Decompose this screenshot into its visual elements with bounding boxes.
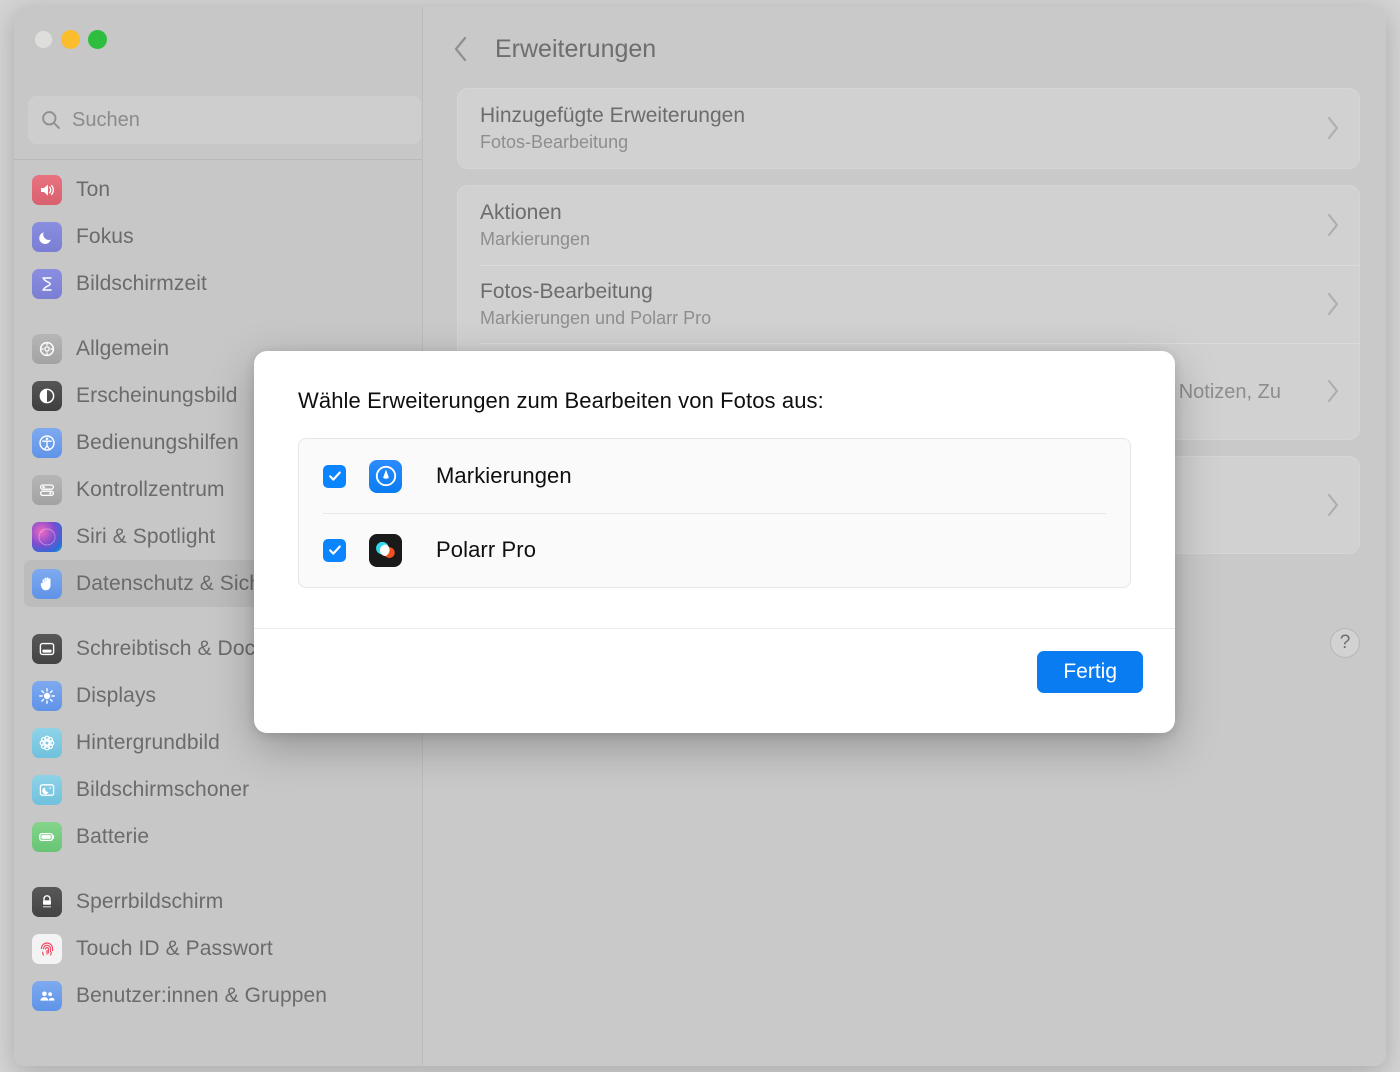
extension-list: Markierungen Polarr Pro	[298, 438, 1131, 588]
gear-icon	[32, 333, 62, 364]
extension-picker-sheet: Wähle Erweiterungen zum Bearbeiten von F…	[254, 351, 1175, 733]
extension-name: Polarr Pro	[436, 537, 537, 562]
row-title: Hinzugefügte Erweiterungen	[480, 104, 746, 127]
sidebar-item-label: Ton	[76, 177, 111, 201]
markup-icon	[369, 459, 402, 493]
speaker-icon	[32, 174, 62, 205]
chevron-right-icon	[1327, 117, 1339, 140]
sidebar-item-label: Benutzer:innen & Gruppen	[76, 983, 328, 1007]
window-traffic-lights	[34, 30, 107, 49]
sidebar-item-label: Displays	[76, 683, 157, 707]
sidebar-item-label: Siri & Spotlight	[76, 524, 216, 548]
help-button[interactable]: ?	[1330, 628, 1360, 658]
siri-icon	[32, 521, 62, 552]
main-header: Erweiterungen	[423, 6, 1386, 66]
hand-icon	[32, 568, 62, 599]
sidebar-group: Ton Fokus Bildschirmzeit	[24, 166, 412, 307]
sidebar-item-benutzerinnen-gruppen[interactable]: Benutzer:innen & Gruppen	[24, 972, 412, 1019]
chevron-right-icon	[1327, 380, 1339, 403]
row-text: Aktionen Markierungen	[480, 200, 1313, 251]
sidebar-search-field[interactable]	[28, 96, 421, 144]
screensaver-icon	[32, 774, 62, 805]
fingerprint-icon	[32, 933, 62, 964]
brightness-icon	[32, 680, 62, 711]
table-row[interactable]: Aktionen Markierungen	[458, 186, 1359, 265]
sidebar-item-ton[interactable]: Ton	[24, 166, 412, 213]
page-title: Erweiterungen	[495, 34, 657, 63]
row-subtitle: Markierungen	[480, 229, 591, 249]
chevron-right-icon	[1327, 494, 1339, 517]
sidebar-item-label: Erscheinungsbild	[76, 383, 238, 407]
polarr-icon	[369, 533, 402, 567]
row-title: Aktionen	[480, 200, 562, 224]
sidebar-item-label: Bedienungshilfen	[76, 430, 239, 454]
sidebar-item-fokus[interactable]: Fokus	[24, 213, 412, 260]
wallpaper-icon	[32, 727, 62, 758]
sidebar-group: Sperrbildschirm Touch ID & Passwort Benu…	[24, 878, 412, 1019]
sidebar-item-label: Sperrbildschirm	[76, 889, 224, 913]
sidebar-item-label: Schreibtisch & Dock	[76, 636, 266, 660]
chevron-left-icon	[454, 36, 466, 62]
polarr-glyph-icon	[376, 541, 395, 558]
extension-name: Markierungen	[436, 463, 572, 488]
table-row[interactable]: Fotos-Bearbeitung Markierungen und Polar…	[458, 264, 1359, 344]
sheet-footer-divider	[254, 628, 1175, 629]
row-title: Fotos-Bearbeitung	[480, 279, 653, 303]
sidebar-item-label: Allgemein	[76, 336, 170, 360]
extension-checkbox[interactable]	[323, 464, 346, 488]
users-icon	[32, 980, 62, 1011]
chevron-right-icon	[1327, 292, 1339, 315]
settings-card: Hinzugefügte Erweiterungen Fotos-Bearbei…	[457, 88, 1360, 169]
table-row[interactable]: Hinzugefügte Erweiterungen Fotos-Bearbei…	[458, 89, 1359, 168]
done-button[interactable]: Fertig	[1037, 651, 1143, 693]
search-icon	[42, 111, 60, 129]
sidebar-item-bildschirmzeit[interactable]: Bildschirmzeit	[24, 260, 412, 307]
minimize-window-button[interactable]	[61, 30, 80, 49]
list-item[interactable]: Markierungen	[299, 439, 1130, 513]
row-text: Hinzugefügte Erweiterungen Fotos-Bearbei…	[480, 103, 1313, 154]
sidebar-item-batterie[interactable]: Batterie	[24, 813, 412, 860]
lock-icon	[32, 886, 62, 917]
search-input[interactable]	[72, 108, 409, 132]
sidebar-item-bildschirmschoner[interactable]: Bildschirmschoner	[24, 766, 412, 813]
extension-checkbox[interactable]	[323, 538, 346, 562]
chevron-right-icon	[1327, 214, 1339, 237]
sidebar-item-touch-id-passwort[interactable]: Touch ID & Passwort	[24, 925, 412, 972]
sidebar-item-label: Bildschirmzeit	[76, 271, 207, 295]
close-window-button[interactable]	[34, 30, 53, 49]
sheet-title: Wähle Erweiterungen zum Bearbeiten von F…	[298, 388, 824, 413]
dock-icon	[32, 633, 62, 664]
back-button[interactable]	[445, 32, 475, 66]
battery-icon	[32, 821, 62, 852]
sidebar-item-label: Bildschirmschoner	[76, 777, 250, 801]
maximize-window-button[interactable]	[88, 30, 107, 49]
sliders-icon	[32, 474, 62, 505]
sidebar-item-label: Batterie	[76, 824, 150, 848]
list-item[interactable]: Polarr Pro	[299, 513, 1130, 587]
row-subtitle: Fotos-Bearbeitung	[480, 132, 629, 153]
sidebar-item-label: Fokus	[76, 224, 134, 248]
system-settings-window: Ton Fokus Bildschirmzeit	[14, 6, 1386, 1066]
sidebar-item-label: Hintergrundbild	[76, 730, 220, 754]
markup-glyph-icon	[375, 465, 396, 487]
sidebar-item-sperrbildschirm[interactable]: Sperrbildschirm	[24, 878, 412, 925]
hourglass-icon	[32, 268, 62, 299]
sidebar-item-label: Touch ID & Passwort	[76, 936, 273, 960]
sidebar-divider	[14, 159, 422, 160]
sidebar-item-label: Kontrollzentrum	[76, 477, 225, 501]
accessibility-icon	[32, 427, 62, 458]
row-subtitle: Markierungen und Polarr Pro	[480, 307, 712, 328]
row-text: Fotos-Bearbeitung Markierungen und Polar…	[480, 279, 1313, 330]
checkmark-icon	[328, 545, 341, 555]
checkmark-icon	[328, 471, 341, 481]
moon-icon	[32, 221, 62, 252]
help-label: ?	[1339, 632, 1351, 653]
appearance-icon	[32, 380, 62, 411]
